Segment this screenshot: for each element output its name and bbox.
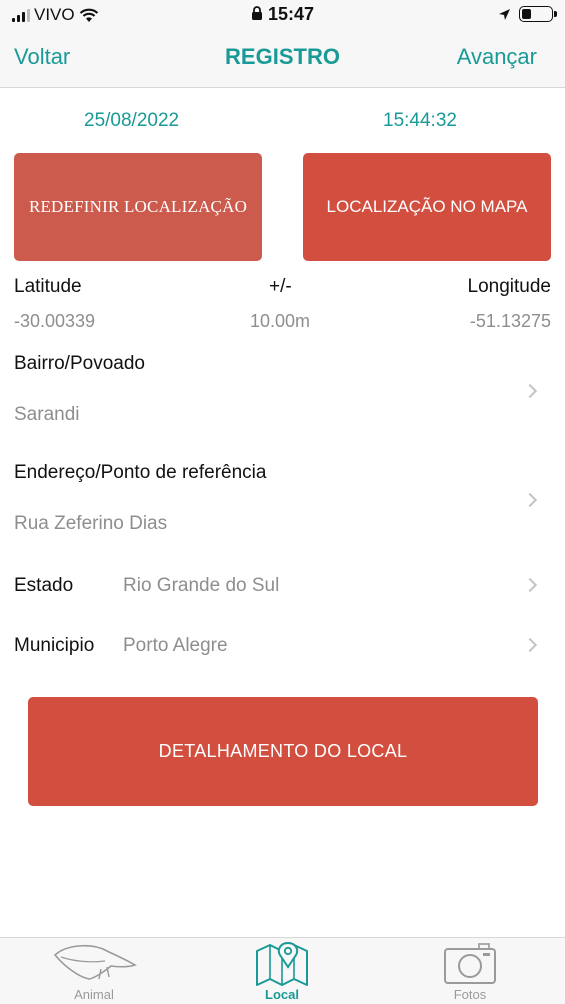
redefine-location-label: REDEFINIR LOCALIZAÇÃO: [28, 197, 248, 216]
latitude-value: -30.00339: [14, 311, 96, 331]
tab-animal-label: Animal: [74, 987, 114, 1002]
tab-animal[interactable]: Animal: [0, 938, 188, 1004]
state-label: Estado: [14, 575, 74, 596]
battery-icon: [519, 6, 557, 22]
camera-icon: [444, 943, 496, 984]
state-value: Rio Grande do Sul: [123, 575, 280, 596]
tab-local[interactable]: Local: [188, 938, 376, 1004]
status-bar: VIVO 15:47: [0, 0, 565, 30]
redefine-location-button[interactable]: REDEFINIR LOCALIZAÇÃO: [14, 153, 262, 261]
location-arrow-icon: [499, 8, 510, 20]
tab-fotos-label: Fotos: [453, 987, 487, 1002]
longitude-label: Longitude: [467, 276, 551, 297]
status-right: [498, 6, 557, 22]
tab-local-label: Local: [265, 987, 299, 1002]
map-pin-icon: [256, 941, 308, 986]
record-time: 15:44:32: [383, 110, 457, 131]
latitude-label: Latitude: [14, 276, 82, 297]
navigation-bar: Voltar REGISTRO Avançar: [0, 30, 565, 88]
tab-bar: Animal Local Fotos: [0, 937, 565, 1004]
city-value: Porto Alegre: [123, 635, 228, 656]
address-label: Endereço/Ponto de referência: [14, 462, 267, 483]
accuracy-value: 10.00m: [250, 311, 311, 331]
record-date: 25/08/2022: [84, 110, 180, 131]
chevron-right-icon: [522, 383, 538, 399]
map-location-button[interactable]: LOCALIZAÇÃO NO MAPA: [303, 153, 551, 261]
city-label: Municipio: [14, 635, 95, 656]
status-clock: 15:47: [0, 4, 565, 25]
chevron-right-icon: [522, 637, 538, 653]
tab-fotos[interactable]: Fotos: [376, 938, 564, 1004]
location-detail-label: DETALHAMENTO DO LOCAL: [158, 741, 408, 761]
lock-icon: [251, 6, 262, 20]
chevron-right-icon: [522, 492, 538, 508]
accuracy-label: +/-: [269, 276, 292, 297]
next-button[interactable]: Avançar: [457, 44, 537, 70]
clock-time: 15:47: [267, 4, 315, 24]
anteater-icon: [53, 945, 137, 980]
chevron-right-icon: [522, 577, 538, 593]
neighborhood-label: Bairro/Povoado: [14, 353, 145, 374]
location-detail-button[interactable]: DETALHAMENTO DO LOCAL: [28, 697, 538, 806]
map-location-label: LOCALIZAÇÃO NO MAPA: [326, 197, 528, 216]
neighborhood-value: Sarandi: [14, 404, 80, 425]
longitude-value: -51.13275: [469, 311, 551, 331]
address-value: Rua Zeferino Dias: [14, 513, 168, 534]
